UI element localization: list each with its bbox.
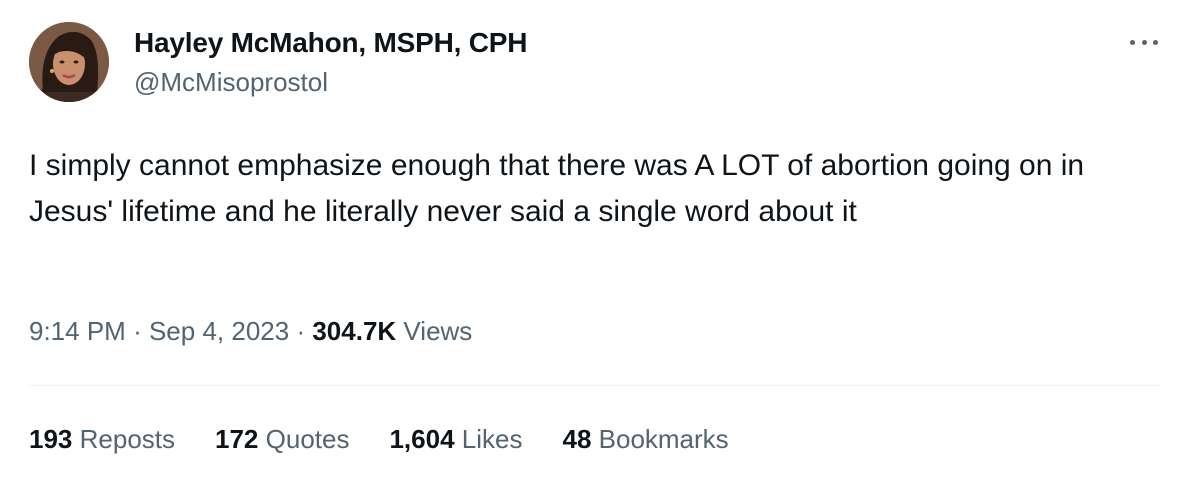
- bookmarks-label: Bookmarks: [598, 424, 729, 454]
- reposts-stat[interactable]: 193 Reposts: [29, 424, 175, 455]
- reposts-label: Reposts: [79, 424, 176, 454]
- avatar-photo: [29, 22, 109, 102]
- bookmarks-stat[interactable]: 48 Bookmarks: [562, 424, 728, 455]
- bookmarks-count: 48: [562, 424, 592, 454]
- dot: [1130, 39, 1135, 45]
- author-handle[interactable]: @McMisoprostol: [134, 67, 328, 98]
- quotes-stat[interactable]: 172 Quotes: [215, 424, 349, 455]
- views-count: 304.7K: [312, 316, 397, 346]
- likes-count: 1,604: [389, 424, 455, 454]
- meta-separator: ·: [296, 316, 306, 346]
- reposts-count: 193: [29, 424, 73, 454]
- dot: [1153, 39, 1158, 45]
- tweet-card: Hayley McMahon, MSPH, CPH @McMisoprostol…: [0, 0, 1186, 488]
- likes-label: Likes: [461, 424, 523, 454]
- more-horizontal-icon[interactable]: [1124, 28, 1164, 56]
- likes-stat[interactable]: 1,604 Likes: [389, 424, 522, 455]
- quotes-label: Quotes: [265, 424, 350, 454]
- meta-separator: ·: [133, 316, 142, 346]
- engagement-stats: 193 Reposts 172 Quotes 1,604 Likes 48 Bo…: [29, 424, 769, 455]
- tweet-text: I simply cannot emphasize enough that th…: [29, 149, 1085, 228]
- author-display-name[interactable]: Hayley McMahon, MSPH, CPH: [134, 27, 528, 59]
- quotes-count: 172: [215, 424, 259, 454]
- avatar[interactable]: [29, 22, 109, 102]
- views-label: Views: [403, 316, 473, 346]
- tweet-metadata: 9:14 PM · Sep 4, 2023 · 304.7K Views: [29, 316, 472, 347]
- divider: [29, 385, 1162, 386]
- tweet-date[interactable]: Sep 4, 2023: [149, 316, 289, 346]
- tweet-time[interactable]: 9:14 PM: [29, 316, 126, 346]
- dot: [1141, 39, 1147, 45]
